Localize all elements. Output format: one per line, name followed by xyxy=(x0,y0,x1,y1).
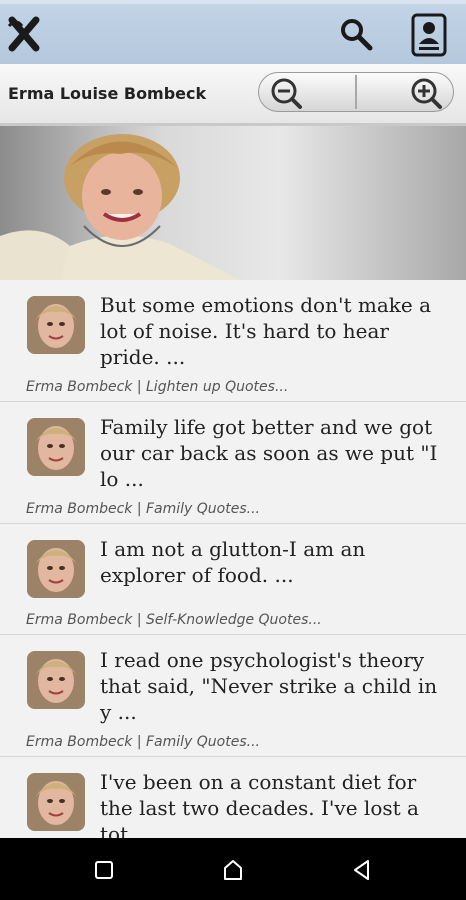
quote-text: I am not a glutton-I am an explorer of f… xyxy=(100,537,366,587)
system-nav-bar xyxy=(0,838,466,900)
quote-item[interactable]: I read one psychologist's theory that sa… xyxy=(0,635,466,757)
quote-source: Erma Bombeck | Lighten up Quotes... xyxy=(26,379,289,395)
app-toolbar xyxy=(0,0,466,64)
search-icon[interactable] xyxy=(338,16,374,52)
home-icon[interactable] xyxy=(221,858,245,882)
zoom-out-icon[interactable] xyxy=(269,76,303,110)
title-bar: Erma Louise Bombeck xyxy=(0,64,466,126)
quote-source: Erma Bombeck | Self-Knowledge Quotes... xyxy=(26,612,322,628)
author-thumbnail xyxy=(27,418,85,476)
author-banner-image xyxy=(0,126,466,280)
zoom-control xyxy=(258,72,454,112)
quote-text: Family life got better and we got our ca… xyxy=(100,415,438,491)
quote-item[interactable]: But some emotions don't make a lot of no… xyxy=(0,280,466,402)
triangle-back-icon[interactable] xyxy=(350,858,374,882)
quote-text: But some emotions don't make a lot of no… xyxy=(100,293,431,369)
quote-item[interactable]: Family life got better and we got our ca… xyxy=(0,402,466,524)
square-recents-icon[interactable] xyxy=(92,858,116,882)
quote-item[interactable]: I am not a glutton-I am an explorer of f… xyxy=(0,524,466,635)
author-thumbnail xyxy=(27,651,85,709)
quote-list[interactable]: But some emotions don't make a lot of no… xyxy=(0,280,466,838)
author-thumbnail xyxy=(27,296,85,354)
contact-card-icon[interactable] xyxy=(410,12,448,58)
page-title: Erma Louise Bombeck xyxy=(8,84,207,103)
quote-item[interactable]: I've been on a constant diet for the las… xyxy=(0,757,466,838)
quote-source: Erma Bombeck | Family Quotes... xyxy=(26,501,260,517)
quote-text: I read one psychologist's theory that sa… xyxy=(100,648,438,724)
author-thumbnail xyxy=(27,773,85,831)
x-logo-icon[interactable] xyxy=(6,14,42,54)
quote-text: I've been on a constant diet for the las… xyxy=(100,770,419,838)
quote-source: Erma Bombeck | Family Quotes... xyxy=(26,734,260,750)
zoom-in-icon[interactable] xyxy=(409,76,443,110)
zoom-divider xyxy=(355,75,357,109)
author-thumbnail xyxy=(27,540,85,598)
